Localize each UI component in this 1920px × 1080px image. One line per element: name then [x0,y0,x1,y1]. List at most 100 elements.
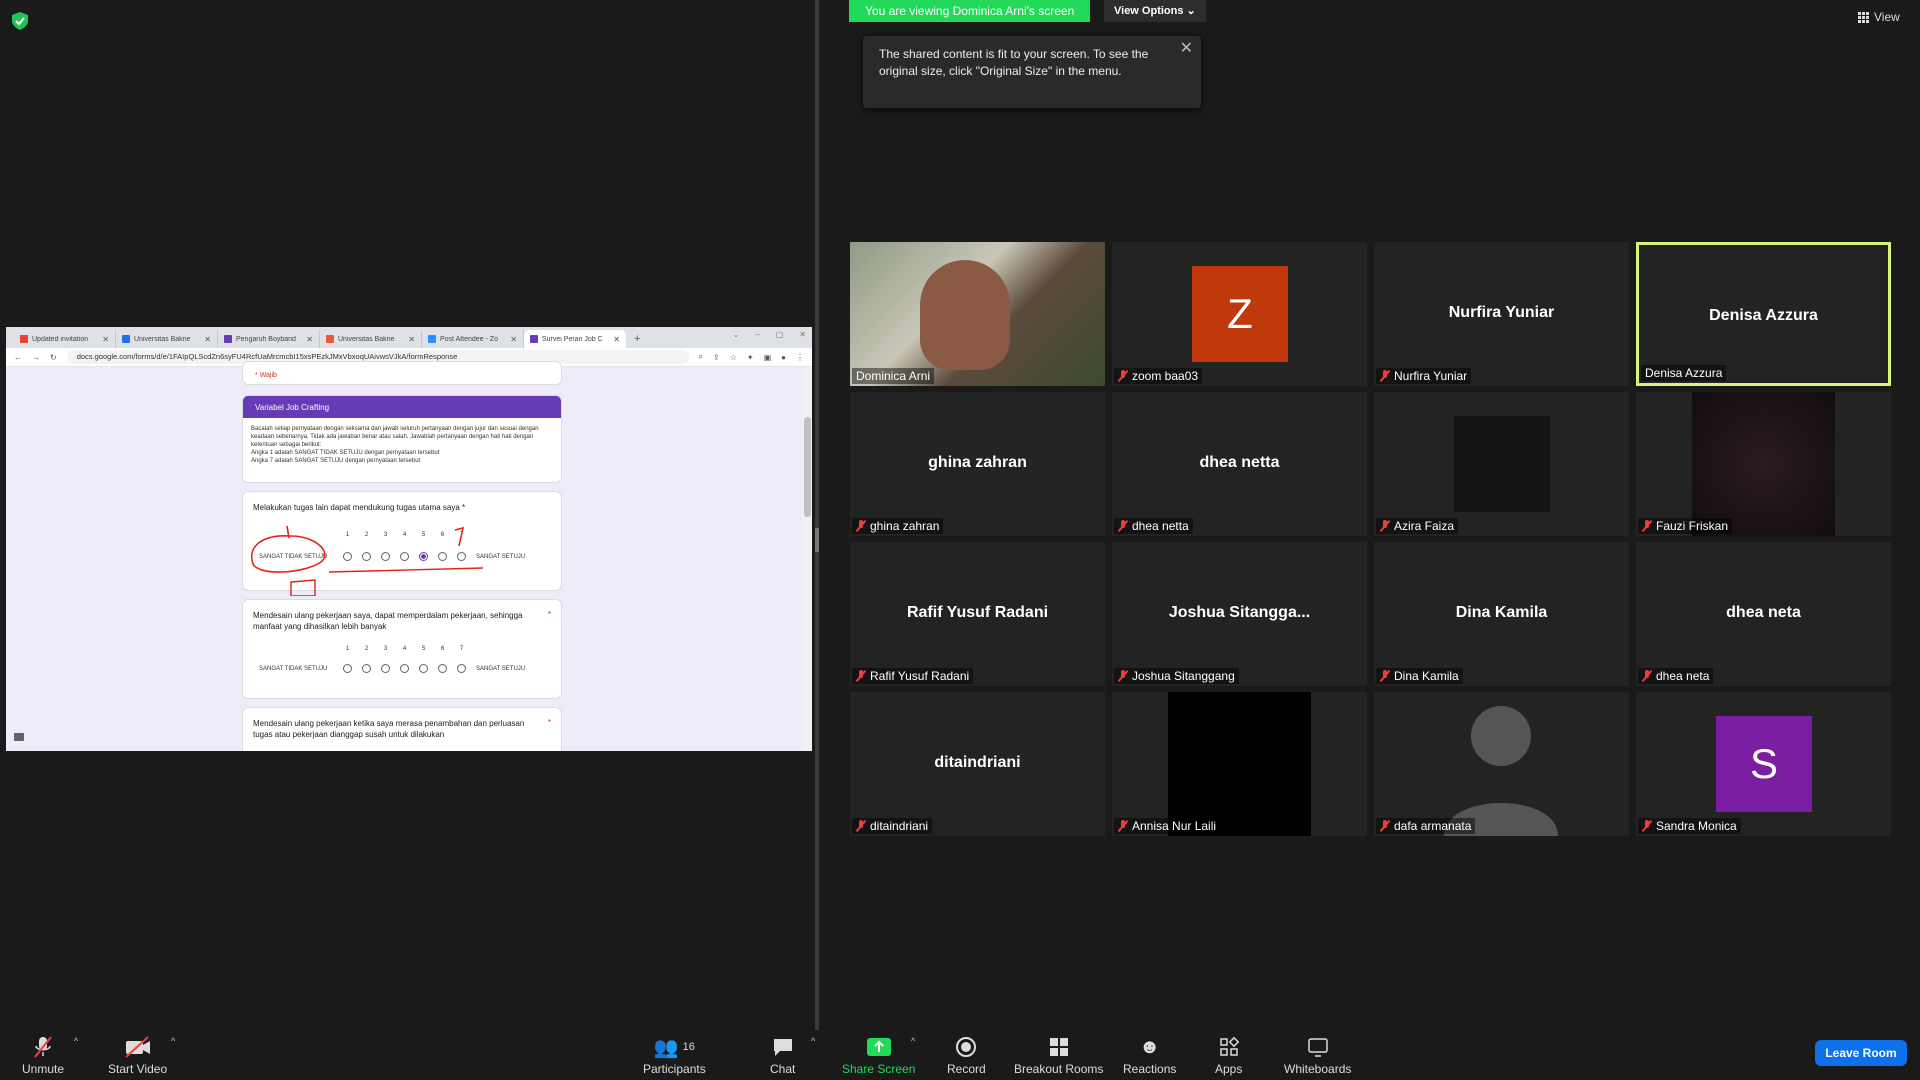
radio-option[interactable] [438,664,447,673]
participant-tile[interactable]: Nurfira Yuniar Nurfira Yuniar [1374,242,1629,386]
page-scrollbar[interactable] [803,367,812,751]
feedback-icon[interactable] [14,733,24,741]
star-icon[interactable]: ☆ [730,353,737,362]
tab-favicon-icon [20,335,28,343]
radio-option[interactable] [419,664,428,673]
leave-room-button[interactable]: Leave Room [1815,1040,1907,1066]
form-page: * Wajib Variabel Job Crafting Bacalah se… [6,361,812,751]
browser-tab-active[interactable]: Survei Peran Job C ✕ [524,330,626,348]
split-divider[interactable] [815,0,819,1030]
video-off-box [1454,416,1550,512]
browser-tab[interactable]: Pengaruh Boyband ✕ [218,330,320,348]
shield-icon[interactable] [12,12,28,30]
shared-screen-pane: Updated invitation ✕ Universitas Bakrie ✕ … [0,0,816,1030]
divider-handle[interactable] [815,528,819,552]
participants-button[interactable]: 👥 16 Participants [643,1034,706,1077]
record-button[interactable]: Record [947,1034,986,1076]
close-icon[interactable]: ✕ [204,335,211,344]
participant-tile[interactable]: Denisa Azzura Denisa Azzura [1636,242,1891,386]
participant-name-label: Dina Kamila [1376,668,1463,684]
radio-option[interactable] [400,664,409,673]
view-options-button[interactable]: View Options ⌄ [1104,0,1206,22]
required-star: * [547,610,551,619]
maximize-icon[interactable]: ▢ [776,330,784,339]
participant-tile[interactable]: Rafif Yusuf Radani Rafif Yusuf Radani [850,542,1105,686]
menu-icon[interactable]: ⋮ [796,353,804,362]
participant-tile[interactable]: dafa armanata [1374,692,1629,836]
reload-icon[interactable]: ↻ [50,353,57,362]
mic-muted-icon [1118,370,1128,382]
chevron-down-icon[interactable]: ⌄ [733,330,740,339]
breakout-rooms-button[interactable]: Breakout Rooms [1014,1034,1103,1076]
close-icon[interactable]: ✕ [1180,40,1193,57]
participant-name: Fauzi Friskan [1656,519,1729,533]
participant-name-label: Rafif Yusuf Radani [852,668,974,684]
participant-display-name: Dina Kamila [1455,604,1548,621]
forward-icon[interactable]: → [32,353,40,362]
participant-name-label: Denisa Azzura [1641,365,1727,381]
mic-muted-icon [1380,670,1390,682]
radio-option[interactable] [343,664,352,673]
reactions-button[interactable]: ☻ Reactions [1123,1034,1176,1077]
zoom-icon[interactable]: ⌕ [699,352,703,362]
participant-name-label: Nurfira Yuniar [1376,368,1472,384]
participant-tile[interactable]: dhea netta dhea netta [1112,392,1367,536]
participant-tile[interactable]: dhea neta dhea neta [1636,542,1891,686]
chevron-up-icon[interactable]: ^ [911,1036,915,1046]
radio-option[interactable] [362,664,371,673]
participant-tile[interactable]: Fauzi Friskan [1636,392,1891,536]
tooltip-text: The shared content is fit to your screen… [879,47,1149,78]
participant-tile[interactable]: Joshua Sitangga... Joshua Sitanggang [1112,542,1367,686]
browser-tab[interactable]: Universitas Bakrie ✕ [320,330,422,348]
chevron-up-icon[interactable]: ^ [171,1036,175,1046]
browser-tab[interactable]: Universitas Bakrie ✕ [116,330,218,348]
participant-tile[interactable]: ditaindriani ditaindriani [850,692,1105,836]
mic-muted-icon [856,820,866,832]
mic-muted-icon [1380,820,1390,832]
chevron-up-icon[interactable]: ^ [74,1036,78,1046]
required-card: * Wajib [242,361,562,385]
video-feed [1168,692,1311,836]
apps-button[interactable]: Apps [1215,1034,1242,1076]
whiteboards-button[interactable]: Whiteboards [1284,1034,1351,1076]
close-icon[interactable]: ✕ [306,335,313,344]
whiteboard-icon [1307,1038,1328,1057]
close-icon[interactable]: ✕ [408,335,415,344]
view-button[interactable]: View [1858,10,1900,24]
minimize-icon[interactable]: – [755,330,759,339]
zoom-window: Updated invitation ✕ Universitas Bakrie ✕ … [0,0,1920,1080]
participant-tile[interactable]: ghina zahran ghina zahran [850,392,1105,536]
close-icon[interactable]: ✕ [510,335,517,344]
close-icon[interactable]: ✕ [613,335,620,344]
share-icon[interactable]: ⇪ [713,353,720,362]
scrollbar-thumb[interactable] [804,417,811,517]
shared-browser-window[interactable]: Updated invitation ✕ Universitas Bakrie ✕ … [6,327,812,751]
radio-option[interactable] [381,664,390,673]
required-star: * [547,718,551,727]
participant-tile[interactable]: Zzoom baa03 [1112,242,1367,386]
chat-button[interactable]: Chat [770,1034,795,1076]
browser-tab[interactable]: Updated invitation ✕ [14,330,116,348]
browser-tab[interactable]: Post Attendee - Zo ✕ [422,330,524,348]
extensions-icon[interactable]: ✦ [747,353,754,362]
profile-avatar[interactable]: ● [781,353,786,362]
participant-tile[interactable]: Dina Kamila Dina Kamila [1374,542,1629,686]
participant-tile[interactable]: Annisa Nur Laili [1112,692,1367,836]
back-icon[interactable]: ← [14,353,22,362]
close-icon[interactable]: ✕ [102,335,109,344]
close-icon[interactable]: ✕ [799,330,806,339]
chevron-up-icon[interactable]: ^ [811,1036,815,1046]
participant-tile[interactable]: Azira Faiza [1374,392,1629,536]
participant-tile[interactable]: Dominica Arni [850,242,1105,386]
sidepanel-icon[interactable]: ▣ [764,353,772,362]
mic-muted-icon [1642,670,1652,682]
avatar: S [1716,716,1812,812]
share-screen-button[interactable]: Share Screen [842,1034,915,1076]
participant-name-label: Annisa Nur Laili [1114,818,1221,834]
new-tab-icon[interactable]: + [626,330,648,348]
participants-icon: 👥 [653,1036,679,1059]
unmute-button[interactable]: Unmute [22,1034,64,1076]
radio-option[interactable] [457,664,466,673]
start-video-button[interactable]: Start Video [108,1034,167,1076]
participant-tile[interactable]: S Sandra Monica [1636,692,1891,836]
